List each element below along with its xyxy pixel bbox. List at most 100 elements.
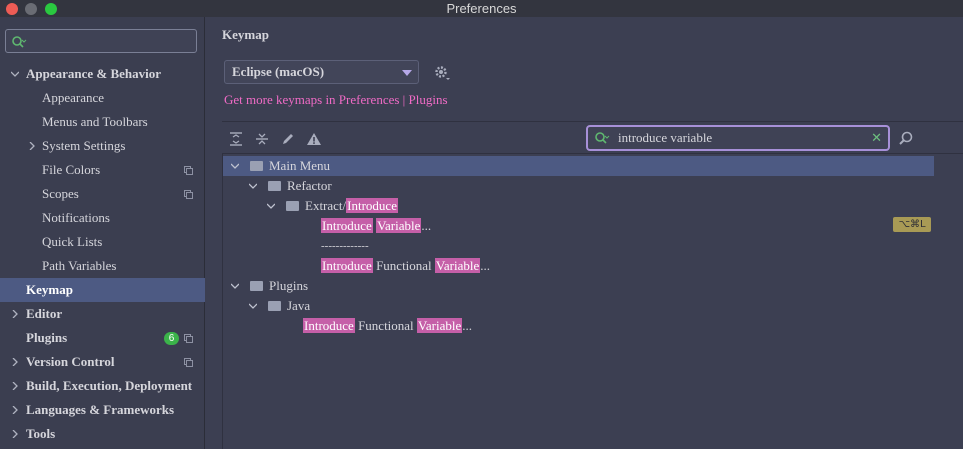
tree-node-label: Main Menu [269, 158, 331, 173]
sidebar-item-version-control[interactable]: Version Control [0, 350, 205, 374]
action-label: Introduce Variable... [321, 216, 431, 236]
chevron-right-icon [12, 430, 18, 438]
search-highlight: Variable [416, 318, 463, 333]
action-label: Introduce Functional Variable... [321, 256, 490, 276]
tree-node-extract-introduce[interactable]: Extract/Introduce [223, 196, 934, 216]
chevron-right-icon [12, 310, 18, 318]
menu-folder-icon [250, 156, 268, 176]
sidebar-item-system-settings[interactable]: System Settings [0, 134, 205, 158]
shortcut-badge: ⌥⌘L [893, 217, 931, 232]
tree-node-refactor[interactable]: Refactor [223, 176, 934, 196]
sidebar-item-appearance-behavior[interactable]: Appearance & Behavior [0, 62, 205, 86]
sidebar-item-label: Path Variables [42, 258, 117, 273]
tree-node-java[interactable]: Java [223, 296, 934, 316]
sidebar-item-label: Editor [26, 306, 63, 321]
project-scope-icon [184, 334, 193, 343]
sidebar-item-label: Plugins [26, 330, 68, 345]
sidebar-item-label: Quick Lists [42, 234, 103, 249]
sidebar-item-appearance[interactable]: Appearance [0, 86, 205, 110]
label-text: ... [462, 318, 472, 333]
chevron-down-icon [231, 163, 239, 169]
settings-sidebar: Appearance & Behavior Appearance Menus a… [0, 17, 205, 449]
keymap-select[interactable]: Eclipse (macOS) [224, 60, 419, 84]
sidebar-item-label: Tools [26, 426, 56, 441]
label-text: ... [421, 218, 432, 233]
keymap-search-input[interactable]: introduce variable ✕ [586, 125, 890, 151]
sidebar-item-label: Scopes [42, 186, 79, 201]
title-bar: Preferences [0, 0, 963, 17]
sidebar-item-path-variables[interactable]: Path Variables [0, 254, 205, 278]
keymap-tree: Main Menu Refactor Extract/Introduce Int… [222, 153, 963, 449]
project-scope-icon [184, 358, 193, 367]
tree-node-main-menu[interactable]: Main Menu [223, 156, 934, 176]
action-introduce-variable[interactable]: Introduce Variable... [223, 216, 934, 236]
sidebar-item-label: Keymap [26, 282, 73, 297]
folder-icon [268, 296, 286, 316]
edit-pencil-icon[interactable] [280, 131, 296, 147]
sidebar-item-label: Menus and Toolbars [42, 114, 148, 129]
warning-icon[interactable] [306, 131, 322, 147]
collapse-all-icon[interactable] [254, 131, 270, 147]
find-by-shortcut-icon[interactable] [898, 130, 914, 146]
tree-node-label: Java [287, 298, 311, 313]
chevron-down-icon [267, 203, 275, 209]
sidebar-item-label: Languages & Frameworks [26, 402, 175, 417]
separator-row: ------------- [223, 236, 934, 256]
sidebar-item-plugins[interactable]: Plugins 6 [0, 326, 205, 350]
label-text: ... [480, 258, 490, 273]
keymap-search-value: introduce variable [618, 130, 713, 145]
chevron-right-icon [29, 142, 35, 150]
clear-search-icon[interactable]: ✕ [871, 130, 882, 146]
tree-node-label: Refactor [287, 178, 332, 193]
sidebar-item-languages-frameworks[interactable]: Languages & Frameworks [0, 398, 205, 422]
label-text: Functional [376, 258, 432, 273]
chevron-down-icon [231, 283, 239, 289]
keymap-select-value: Eclipse (macOS) [232, 64, 325, 79]
get-more-keymaps-link[interactable]: Get more keymaps in Preferences | Plugin… [224, 92, 448, 108]
sidebar-item-notifications[interactable]: Notifications [0, 206, 205, 230]
search-icon [12, 36, 27, 48]
search-highlight: Introduce [303, 318, 355, 333]
sidebar-item-quick-lists[interactable]: Quick Lists [0, 230, 205, 254]
search-highlight: Introduce [346, 198, 398, 213]
sidebar-item-label: File Colors [42, 162, 101, 177]
project-scope-icon [184, 166, 193, 175]
tree-node-label: Extract/Introduce [305, 196, 398, 216]
sidebar-item-menus-toolbars[interactable]: Menus and Toolbars [0, 110, 205, 134]
sidebar-item-scopes[interactable]: Scopes [0, 182, 205, 206]
sidebar-item-label: Notifications [42, 210, 110, 225]
action-java-introduce-functional-variable[interactable]: Introduce Functional Variable... [223, 316, 934, 336]
folder-icon [268, 176, 286, 196]
label-text: Functional [358, 318, 414, 333]
search-highlight: Introduce [321, 218, 373, 233]
keymap-panel: Keymap Eclipse (macOS) Get more keymaps … [206, 17, 963, 449]
chevron-down-icon [11, 71, 19, 77]
sidebar-item-label: System Settings [42, 138, 126, 153]
action-introduce-functional-variable[interactable]: Introduce Functional Variable... [223, 256, 934, 276]
chevron-down-icon [249, 183, 257, 189]
label-text: Extract/ [305, 198, 347, 213]
chevron-down-icon [249, 303, 257, 309]
updates-count-badge: 6 [164, 332, 179, 345]
sidebar-item-label: Build, Execution, Deployment [26, 378, 193, 393]
sidebar-item-keymap[interactable]: Keymap [0, 278, 205, 302]
sidebar-item-file-colors[interactable]: File Colors [0, 158, 205, 182]
tree-node-plugins[interactable]: Plugins [223, 276, 934, 296]
sidebar-item-editor[interactable]: Editor [0, 302, 205, 326]
separator-label: ------------- [321, 240, 369, 252]
folder-icon [286, 196, 304, 216]
sidebar-item-label: Appearance [42, 90, 105, 105]
page-title: Keymap [222, 27, 269, 42]
search-icon [595, 132, 610, 144]
chevron-down-icon [402, 70, 412, 76]
sidebar-item-tools[interactable]: Tools [0, 422, 205, 446]
folder-icon [250, 276, 268, 296]
search-highlight: Variable [434, 258, 481, 273]
expand-all-icon[interactable] [228, 131, 244, 147]
sidebar-item-build-execution[interactable]: Build, Execution, Deployment [0, 374, 205, 398]
search-highlight: Variable [376, 218, 422, 233]
gear-icon[interactable] [434, 65, 450, 81]
window-title: Preferences [446, 1, 517, 16]
settings-search-field[interactable] [5, 29, 197, 53]
project-scope-icon [184, 190, 193, 199]
